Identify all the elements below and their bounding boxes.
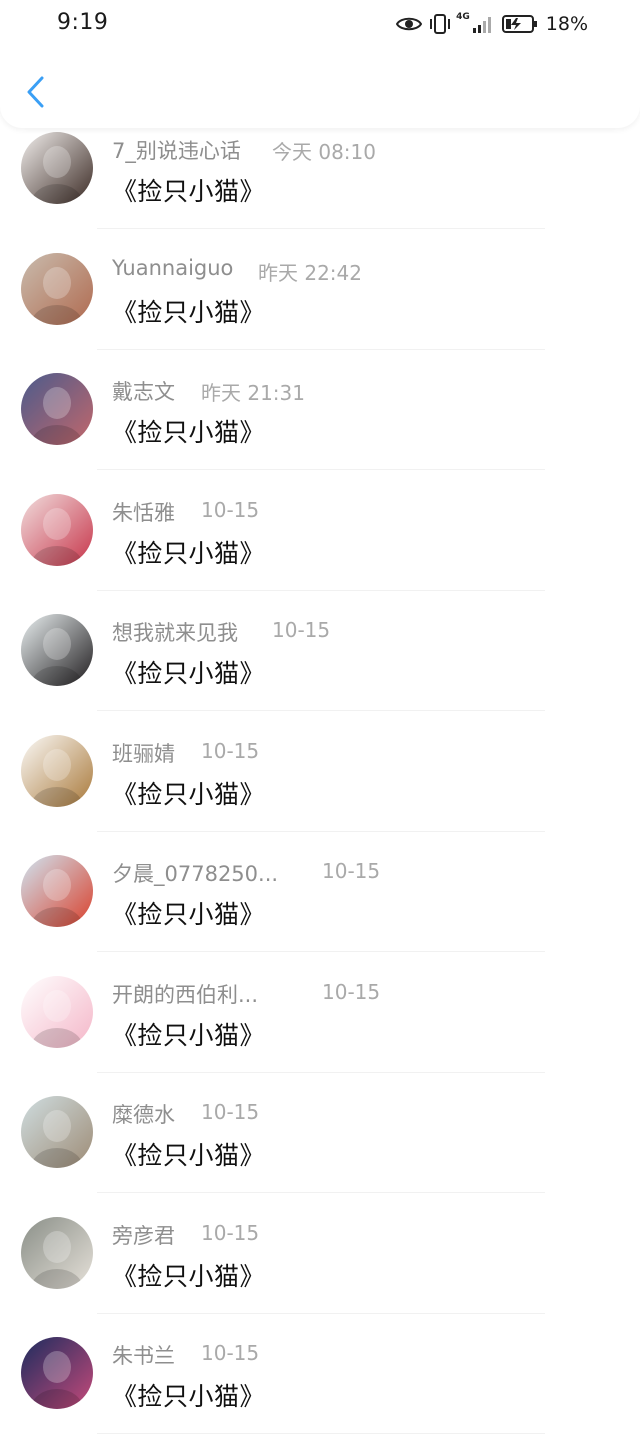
avatar[interactable] [21,1216,93,1289]
avatar[interactable] [21,252,93,325]
message-text: 《捡只小猫》 [112,538,266,568]
network-type: 4G [456,12,470,22]
avatar[interactable] [21,734,93,807]
list-item[interactable]: 班骊婧 10-15 《捡只小猫》 [0,731,640,852]
message-text: 《捡只小猫》 [112,177,266,206]
avatar[interactable] [21,493,93,566]
list-item[interactable]: 朱书兰 10-15 《捡只小猫》 [0,1333,640,1454]
list-item[interactable]: 旁彦君 10-15 《捡只小猫》 [0,1213,640,1334]
sender-name: 旁彦君 [112,1223,175,1248]
list-item[interactable]: 开朗的西伯利... 10-15 《捡只小猫》 [0,972,640,1093]
status-bar: 9:19 4G 18% [0,0,640,50]
timestamp: 昨天 21:31 [201,381,305,405]
list-item[interactable]: 戴志文 昨天 21:31 《捡只小猫》 [0,369,640,490]
avatar[interactable] [21,1096,93,1168]
divider [97,830,545,832]
timestamp: 10-15 [201,738,260,763]
eye-icon [396,15,423,33]
status-icons: 4G 18% [396,11,588,37]
battery-icon [501,14,538,34]
avatar[interactable] [21,975,93,1048]
timestamp: 今天 08:10 [272,140,376,164]
list-item[interactable]: 想我就来见我 10-15 《捡只小猫》 [0,610,640,731]
list-item[interactable]: 夕晨_0778250... 10-15 《捡只小猫》 [0,851,640,972]
avatar[interactable] [21,855,93,927]
message-text: 《捡只小猫》 [112,1382,266,1411]
sender-name: 开朗的西伯利... [112,982,259,1007]
message-list: 7_别说违心话 今天 08:10 《捡只小猫》 Yuannaiguo 昨天 22:42 《… [0,128,640,1454]
signal-icon [472,14,492,34]
avatar[interactable] [21,132,93,204]
message-text: 《捡只小猫》 [112,779,266,809]
vibrate-icon [428,13,452,35]
chevron-left-icon [25,76,45,112]
divider [97,1071,545,1073]
sender-name: 糜德水 [112,1103,175,1127]
sender-name: 7_别说违心话 [112,139,241,163]
message-text: 《捡只小猫》 [112,1141,266,1170]
timestamp: 10-15 [201,497,260,522]
divider [97,710,545,711]
list-item[interactable]: 糜德水 10-15 《捡只小猫》 [0,1092,640,1213]
sender-name: 朱书兰 [112,1344,175,1368]
status-time: 9:19 [57,10,109,35]
battery-percent: 18% [545,13,588,35]
divider [97,1433,545,1434]
timestamp: 10-15 [322,979,381,1004]
divider [97,228,545,229]
back-button[interactable] [18,72,52,116]
timestamp: 10-15 [272,618,331,642]
avatar[interactable] [21,614,93,686]
sender-name: Yuannaiguo [112,255,234,280]
header [0,50,640,128]
timestamp: 10-15 [201,1100,260,1124]
sender-name: 朱恬雅 [112,500,175,525]
timestamp: 10-15 [201,1341,260,1365]
message-text: 《捡只小猫》 [112,659,266,688]
list-item[interactable]: Yuannaiguo 昨天 22:42 《捡只小猫》 [0,249,640,370]
message-text: 《捡只小猫》 [112,1020,266,1050]
divider [97,951,545,952]
message-text: 《捡只小猫》 [112,297,266,327]
timestamp: 10-15 [322,859,381,883]
avatar[interactable] [21,373,93,445]
divider [97,469,545,470]
list-item[interactable]: 朱恬雅 10-15 《捡只小猫》 [0,490,640,611]
sender-name: 戴志文 [112,380,175,404]
message-text: 《捡只小猫》 [112,900,266,929]
divider [97,348,545,350]
sender-name: 班骊婧 [112,741,175,766]
message-text: 《捡只小猫》 [112,1261,266,1291]
timestamp: 10-15 [201,1220,260,1245]
timestamp: 昨天 22:42 [258,260,362,285]
sender-name: 想我就来见我 [112,621,238,645]
divider [97,1312,545,1314]
message-text: 《捡只小猫》 [112,418,266,447]
list-item[interactable]: 7_别说违心话 今天 08:10 《捡只小猫》 [0,128,640,249]
sender-name: 夕晨_0778250... [112,862,279,886]
avatar[interactable] [21,1337,93,1409]
divider [97,589,545,591]
divider [97,1192,545,1193]
